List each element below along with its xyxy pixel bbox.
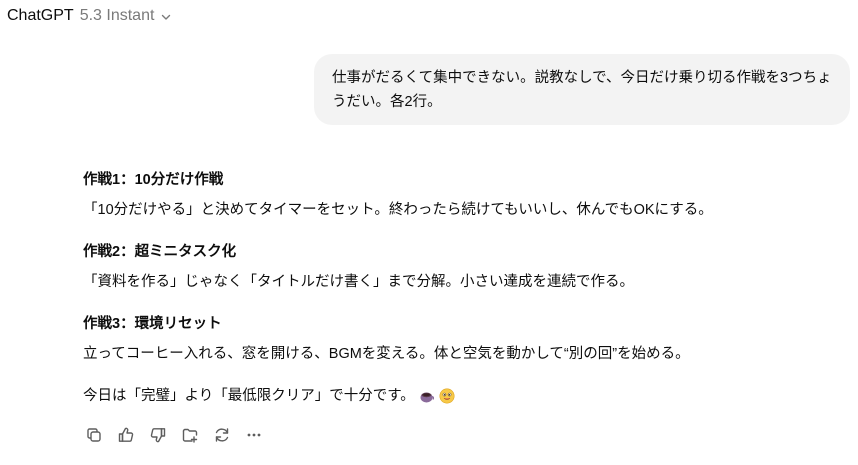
coffee-cup-icon (419, 388, 435, 404)
tactic-body: 立ってコーヒー入れる、窓を開ける、BGMを変える。体と空気を動かして“別の回”を… (83, 346, 690, 362)
copy-button[interactable] (83, 424, 105, 446)
model-selector[interactable]: ChatGPT 5.3 Instant (7, 5, 172, 27)
closing-text: 今日は「完璧」より「最低限クリア」で十分です。 (83, 388, 415, 404)
message-action-bar (83, 424, 265, 446)
thumbs-up-button[interactable] (115, 424, 137, 446)
user-message-text: 仕事がだるくて集中できない。説教なしで、今日だけ乗り切る作戦を3つちょうだい。各… (332, 70, 832, 110)
tactic-title: 作戦3：環境リセット (83, 316, 222, 332)
thumbs-down-icon (149, 426, 167, 444)
share-button[interactable] (179, 424, 201, 446)
tactic-1: 作戦1：10分だけ作戦 「10分だけやる」と決めてタイマーをセット。終わったら続… (83, 168, 783, 222)
tactic-title: 作戦1：10分だけ作戦 (83, 172, 224, 188)
smiling-face-icon (439, 388, 455, 404)
more-options-button[interactable] (243, 424, 265, 446)
user-message-bubble: 仕事がだるくて集中できない。説教なしで、今日だけ乗り切る作戦を3つちょうだい。各… (314, 54, 850, 125)
thumbs-up-icon (117, 426, 135, 444)
model-version: 5.3 Instant (79, 7, 155, 24)
app-title: ChatGPT (7, 7, 74, 24)
copy-icon (85, 426, 103, 444)
closing-line: 今日は「完璧」より「最低限クリア」で十分です。 (83, 384, 783, 408)
share-icon (181, 426, 199, 444)
assistant-message: 作戦1：10分だけ作戦 「10分だけやる」と決めてタイマーをセット。終わったら続… (83, 168, 783, 408)
chevron-down-icon (160, 10, 172, 22)
tactic-2: 作戦2：超ミニタスク化 「資料を作る」じゃなく「タイトルだけ書く」まで分解。小さ… (83, 240, 783, 294)
tactic-body: 「10分だけやる」と決めてタイマーをセット。終わったら続けてもいいし、休んでもO… (83, 202, 713, 218)
tactic-title: 作戦2：超ミニタスク化 (83, 244, 237, 260)
refresh-icon (213, 426, 231, 444)
tactic-body: 「資料を作る」じゃなく「タイトルだけ書く」まで分解。小さい達成を連続で作る。 (83, 274, 634, 290)
tactic-3: 作戦3：環境リセット 立ってコーヒー入れる、窓を開ける、BGMを変える。体と空気… (83, 312, 783, 366)
chat-window: ChatGPT 5.3 Instant 仕事がだるくて集中できない。説教なしで、… (0, 0, 858, 465)
more-dots-icon (245, 426, 263, 444)
thumbs-down-button[interactable] (147, 424, 169, 446)
regenerate-button[interactable] (211, 424, 233, 446)
